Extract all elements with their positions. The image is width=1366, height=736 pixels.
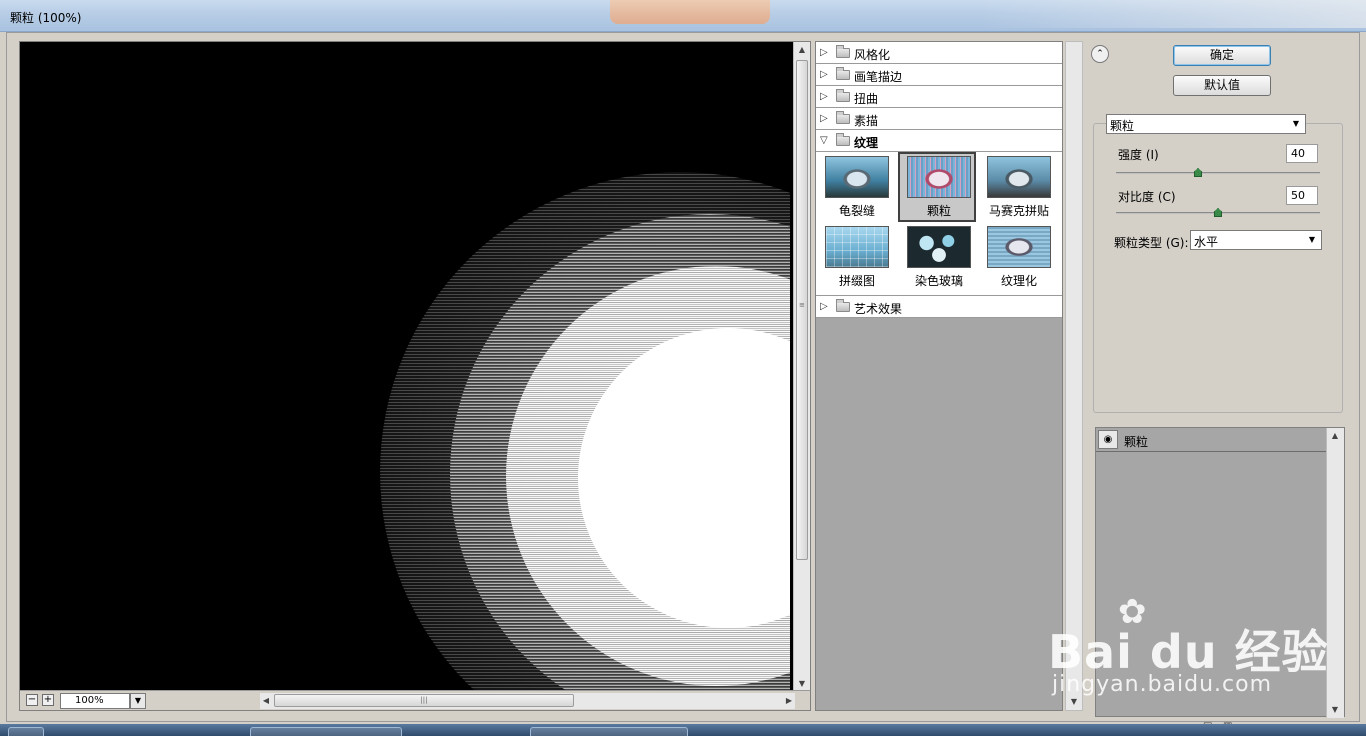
filter-settings-panel: 颗粒 ▼ 强度 (I) 40 对比度 (C) 50 颗粒类型 (G): 水平 ▼ bbox=[1093, 114, 1343, 413]
dropdown-arrow-icon: ▼ bbox=[1308, 235, 1316, 244]
grain-type-select[interactable]: 水平 ▼ bbox=[1190, 230, 1322, 250]
filter-thumb-texturizer[interactable]: 纹理化 bbox=[980, 224, 1058, 294]
category-distort[interactable]: ▷ 扭曲 bbox=[816, 86, 1062, 108]
start-button[interactable] bbox=[8, 727, 44, 736]
window-title: 颗粒 (100%) bbox=[10, 11, 82, 25]
folder-icon bbox=[836, 89, 850, 102]
filter-thumb-patchwork[interactable]: 拼缀图 bbox=[818, 224, 896, 294]
dropdown-arrow-icon: ▼ bbox=[1292, 119, 1300, 128]
thumbnail-image bbox=[907, 156, 971, 198]
zoom-level-field[interactable]: 100% bbox=[60, 693, 130, 709]
contrast-input[interactable]: 50 bbox=[1286, 186, 1318, 205]
preview-status-bar: − + 100% ▼ ◀ ||| ▶ bbox=[20, 690, 810, 710]
grain-type-value: 水平 bbox=[1194, 235, 1219, 249]
category-sketch[interactable]: ▷ 素描 bbox=[816, 108, 1062, 130]
ok-button[interactable]: 确定 bbox=[1173, 45, 1271, 66]
grain-type-label: 颗粒类型 (G): bbox=[1114, 236, 1189, 250]
thumb-label: 龟裂缝 bbox=[838, 204, 875, 218]
category-label: 艺术效果 bbox=[854, 302, 903, 316]
filter-thumb-craquelure[interactable]: 龟裂缝 bbox=[818, 154, 896, 224]
filter-thumb-grain[interactable]: 颗粒 bbox=[898, 152, 976, 222]
texture-filter-thumbnails: 龟裂缝 颗粒 马赛克拼贴 拼缀图 染色玻璃 纹理化 bbox=[816, 152, 1062, 296]
category-artistic[interactable]: ▷ 艺术效果 bbox=[816, 296, 1062, 318]
preview-horizontal-scrollbar[interactable]: ◀ ||| ▶ bbox=[260, 693, 795, 709]
filter-select-value: 颗粒 bbox=[1110, 119, 1135, 133]
filter-thumb-stained-glass[interactable]: 染色玻璃 bbox=[900, 224, 978, 294]
zoom-dropdown-icon[interactable]: ▼ bbox=[130, 693, 146, 709]
zoom-in-button[interactable]: + bbox=[42, 694, 54, 706]
category-label: 扭曲 bbox=[854, 92, 879, 106]
scroll-right-arrow-icon[interactable]: ▶ bbox=[781, 693, 797, 709]
thumbnail-image bbox=[987, 156, 1051, 198]
zoom-out-button[interactable]: − bbox=[26, 694, 38, 706]
effect-layer-row[interactable]: ◉ 颗粒 bbox=[1096, 428, 1326, 452]
scroll-down-arrow-icon[interactable]: ▼ bbox=[1327, 702, 1343, 718]
scroll-up-arrow-icon[interactable]: ▲ bbox=[794, 42, 810, 58]
intensity-label: 强度 (I) bbox=[1118, 148, 1159, 162]
title-bar-highlight bbox=[610, 0, 770, 24]
thumb-label: 马赛克拼贴 bbox=[988, 204, 1049, 218]
preview-image[interactable] bbox=[22, 44, 790, 692]
thumb-label: 纹理化 bbox=[1000, 274, 1037, 288]
filter-thumb-mosaic-tiles[interactable]: 马赛克拼贴 bbox=[980, 154, 1058, 224]
window-title-bar[interactable]: 颗粒 (100%) bbox=[0, 0, 1366, 32]
defaults-button[interactable]: 默认值 bbox=[1173, 75, 1271, 96]
layers-scrollbar[interactable]: ▲ ▼ bbox=[1326, 428, 1344, 718]
effect-layer-label: 颗粒 bbox=[1124, 435, 1149, 449]
title-bar-shade bbox=[980, 0, 1366, 28]
category-label: 素描 bbox=[854, 114, 879, 128]
scroll-down-arrow-icon[interactable]: ▼ bbox=[1066, 694, 1082, 710]
contrast-label: 对比度 (C) bbox=[1118, 190, 1176, 204]
scroll-up-arrow-icon[interactable]: ▲ bbox=[1327, 428, 1343, 444]
expand-triangle-icon: ▷ bbox=[820, 91, 828, 102]
intensity-slider[interactable] bbox=[1116, 168, 1320, 177]
category-brush-strokes[interactable]: ▷ 画笔描边 bbox=[816, 64, 1062, 86]
preview-panel: ▲ ≡ ▼ − + 100% ▼ ◀ ||| ▶ bbox=[19, 41, 811, 711]
preview-hscroll-thumb[interactable]: ||| bbox=[274, 694, 574, 707]
filter-select[interactable]: 颗粒 ▼ bbox=[1106, 114, 1306, 134]
category-texture[interactable]: ▽ 纹理 bbox=[816, 130, 1062, 152]
folder-open-icon bbox=[836, 133, 850, 146]
scroll-grip-icon: ≡ bbox=[799, 301, 805, 309]
contrast-slider-knob[interactable] bbox=[1214, 208, 1222, 217]
expand-triangle-icon: ▷ bbox=[820, 69, 828, 80]
eye-icon[interactable]: ◉ bbox=[1098, 430, 1118, 449]
expand-triangle-icon: ▷ bbox=[820, 47, 828, 58]
category-label: 画笔描边 bbox=[854, 70, 903, 84]
contrast-slider[interactable] bbox=[1116, 208, 1320, 217]
thumb-label: 颗粒 bbox=[926, 204, 951, 218]
thumbnail-image bbox=[825, 156, 889, 198]
category-label: 风格化 bbox=[854, 48, 891, 62]
scroll-left-arrow-icon[interactable]: ◀ bbox=[258, 693, 274, 709]
category-stylize[interactable]: ▷ 风格化 bbox=[816, 42, 1062, 64]
thumb-label: 染色玻璃 bbox=[914, 274, 963, 288]
taskbar bbox=[0, 724, 1366, 736]
taskbar-item[interactable] bbox=[250, 727, 402, 736]
expand-triangle-icon: ▷ bbox=[820, 113, 828, 124]
gallery-scrollbar[interactable]: ▼ bbox=[1065, 41, 1083, 711]
taskbar-item[interactable] bbox=[530, 727, 688, 736]
intensity-slider-knob[interactable] bbox=[1194, 168, 1202, 177]
folder-icon bbox=[836, 67, 850, 80]
thumb-label: 拼缀图 bbox=[838, 274, 875, 288]
thumbnail-image bbox=[987, 226, 1051, 268]
collapse-gallery-button[interactable]: ⌃ bbox=[1091, 45, 1109, 63]
thumbnail-image bbox=[907, 226, 971, 268]
effect-layers-panel: ◉ 颗粒 ▲ ▼ bbox=[1095, 427, 1345, 718]
filter-gallery-dialog: ▲ ≡ ▼ − + 100% ▼ ◀ ||| ▶ ▷ 风格化 ▷ 画笔描边 ▷ … bbox=[6, 32, 1360, 732]
filter-category-panel: ▷ 风格化 ▷ 画笔描边 ▷ 扭曲 ▷ 素描 ▽ 纹理 龟裂缝 颗粒 马赛克拼贴… bbox=[815, 41, 1063, 711]
category-label: 纹理 bbox=[854, 136, 879, 150]
folder-icon bbox=[836, 45, 850, 58]
folder-icon bbox=[836, 111, 850, 124]
expand-triangle-icon: ▷ bbox=[820, 301, 828, 312]
preview-vscroll-thumb[interactable] bbox=[796, 60, 808, 560]
preview-vertical-scrollbar[interactable]: ▲ ≡ ▼ bbox=[793, 42, 810, 692]
collapse-triangle-icon: ▽ bbox=[820, 135, 828, 146]
intensity-input[interactable]: 40 bbox=[1286, 144, 1318, 163]
filter-gallery-list: ▷ 风格化 ▷ 画笔描边 ▷ 扭曲 ▷ 素描 ▽ 纹理 龟裂缝 颗粒 马赛克拼贴… bbox=[815, 41, 1085, 711]
folder-icon bbox=[836, 299, 850, 312]
thumbnail-image bbox=[825, 226, 889, 268]
